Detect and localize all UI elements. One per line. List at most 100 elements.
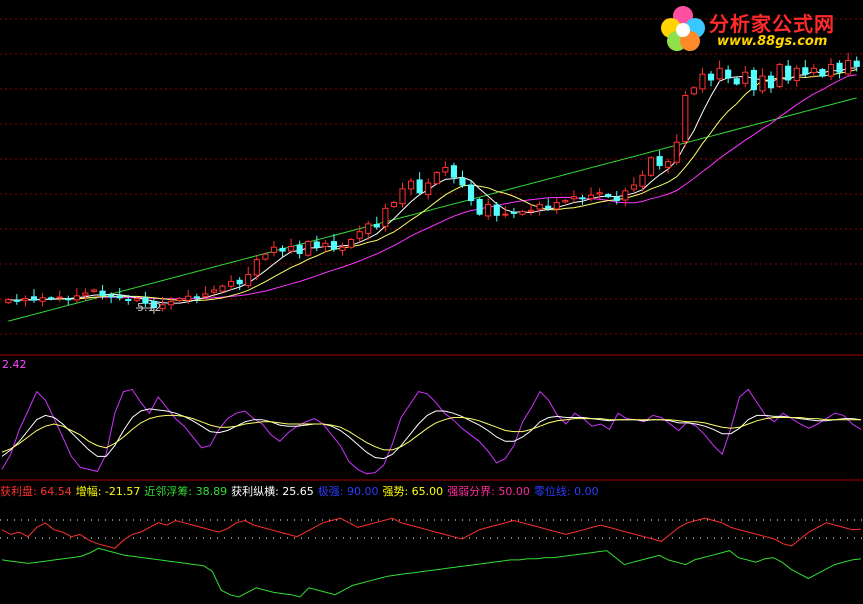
candle	[742, 66, 749, 88]
ma-line	[8, 74, 857, 301]
ma-very-long-line	[8, 97, 857, 322]
candle	[228, 275, 235, 290]
candle	[270, 241, 278, 257]
candle	[707, 71, 715, 87]
legend-item: 增幅: -21.57	[75, 485, 141, 498]
legend-item: 强弱分界: 50.00	[447, 485, 530, 498]
low-price-marker: 5.12	[137, 301, 162, 314]
candle	[56, 290, 63, 302]
candle	[733, 77, 740, 86]
candle	[527, 204, 535, 216]
candlestick-series	[5, 52, 860, 314]
candle	[767, 71, 775, 93]
candle	[647, 156, 655, 177]
candle	[562, 199, 569, 204]
ma-line	[8, 69, 857, 301]
candle	[339, 242, 346, 256]
indicator-lines	[0, 517, 863, 598]
candle	[750, 67, 757, 96]
candle	[313, 235, 320, 252]
oscillator-line	[1, 414, 861, 453]
candle	[690, 86, 697, 96]
candle	[288, 238, 295, 254]
candle	[442, 161, 449, 176]
site-logo: 分析家公式网 www.88gs.com	[657, 4, 857, 54]
candle	[65, 295, 72, 306]
candle	[665, 158, 672, 174]
candle	[553, 197, 560, 214]
indicator-legend: 获利盘: 64.54 增幅: -21.57 近邻浮筹: 38.89 获利纵横: 25.…	[0, 483, 603, 498]
candle	[330, 233, 338, 252]
candle	[459, 170, 466, 188]
logo-url: www.88gs.com	[717, 34, 828, 49]
candle	[570, 190, 577, 203]
legend-item: 获利盘: 64.54	[0, 485, 72, 498]
stock-chart	[0, 18, 863, 598]
ma-line	[8, 97, 857, 322]
candle	[682, 90, 689, 147]
candle	[73, 288, 80, 303]
legend-item: 获利纵横: 25.65	[231, 485, 314, 498]
candle	[493, 201, 500, 222]
oscillator-panel	[1, 388, 862, 475]
candle	[776, 62, 783, 89]
candle	[656, 150, 663, 170]
indicator-line	[1, 547, 862, 598]
oscillator-value-label: 2.42	[2, 358, 27, 371]
legend-item: 近邻浮筹: 38.89	[144, 485, 228, 498]
candle	[416, 172, 423, 196]
flower-logo-icon	[661, 6, 705, 51]
candle	[622, 187, 629, 207]
logo-title: 分析家公式网	[709, 12, 835, 36]
candle	[176, 297, 183, 303]
candle	[219, 284, 226, 293]
candle	[348, 237, 355, 249]
candle	[793, 65, 800, 87]
ma-mid-line	[8, 69, 857, 301]
candle	[408, 178, 415, 196]
candle	[90, 288, 98, 293]
candle	[245, 266, 252, 289]
candle	[836, 60, 843, 79]
candle	[579, 194, 586, 205]
candle	[30, 289, 38, 303]
candle	[725, 65, 732, 84]
candle	[810, 63, 817, 78]
oscillator-lines	[1, 388, 862, 475]
ma-long-line	[8, 74, 857, 301]
candle	[759, 68, 766, 94]
candle	[785, 59, 792, 84]
price-grid	[0, 18, 863, 335]
candle	[296, 240, 303, 259]
price-panel	[0, 18, 863, 335]
candle	[39, 293, 46, 307]
indicator-panel	[0, 517, 863, 598]
ma-line	[8, 67, 857, 304]
candle	[390, 200, 398, 209]
candle	[519, 209, 526, 216]
candle	[467, 180, 475, 206]
oscillator-line	[1, 388, 862, 475]
ma-short-line	[8, 67, 857, 304]
legend-item: 强势: 65.00	[382, 485, 444, 498]
candle	[476, 197, 483, 216]
candle	[305, 239, 312, 257]
candle	[802, 59, 809, 77]
candle	[450, 162, 457, 184]
candle	[716, 60, 723, 82]
legend-item: 零位线: 0.00	[533, 485, 599, 498]
candle	[536, 201, 543, 216]
candle	[399, 182, 406, 208]
candle	[673, 134, 680, 165]
candle	[22, 295, 29, 307]
candle	[48, 296, 55, 301]
candle	[827, 58, 835, 80]
candle	[819, 67, 826, 78]
candle	[485, 198, 492, 220]
legend-item: 极强: 90.00	[317, 485, 379, 498]
candle	[510, 207, 517, 219]
candle	[845, 52, 852, 77]
indicator-line	[1, 517, 862, 549]
oscillator-line	[1, 408, 862, 460]
candle	[699, 67, 706, 93]
